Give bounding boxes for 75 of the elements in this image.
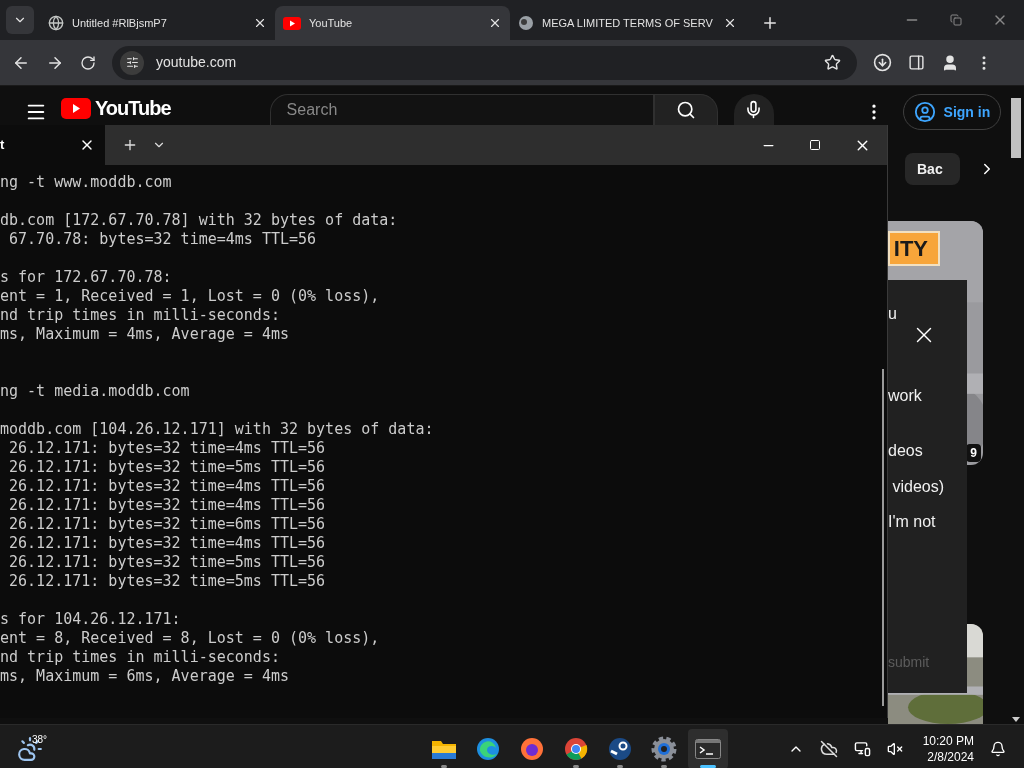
network-icon[interactable] — [853, 740, 871, 757]
terminal-line: nd trip times in milli-seconds: — [0, 648, 280, 667]
steam-icon — [608, 736, 632, 761]
address-bar[interactable]: youtube.com — [112, 45, 857, 80]
terminal-line: 26.12.171: bytes=32 time=5ms TTL=56 — [8, 553, 326, 572]
gear-icon — [651, 735, 677, 762]
download-icon[interactable] — [873, 53, 892, 72]
search-button[interactable] — [653, 94, 718, 125]
dialog-text: work — [888, 386, 923, 406]
browser-tab[interactable]: MEGA LIMITED TERMS OF SERV — [510, 6, 745, 40]
terminal-line: s for 172.67.70.78: — [0, 268, 172, 287]
dialog-text: u — [888, 304, 898, 324]
voice-search-button[interactable] — [733, 94, 774, 125]
close-icon[interactable] — [723, 16, 737, 30]
maximize-icon[interactable] — [809, 139, 821, 151]
scrollbar-thumb[interactable] — [1011, 98, 1021, 158]
cloud-off-icon[interactable] — [819, 739, 838, 758]
browser-tab[interactable]: YouTube — [275, 6, 510, 40]
terminal-line: 26.12.171: bytes=32 time=4ms TTL=56 — [8, 477, 326, 496]
filter-chip[interactable]: Bac — [905, 153, 960, 185]
taskbar-app[interactable] — [688, 728, 728, 768]
search-field[interactable]: Search — [269, 94, 654, 125]
edge-icon — [476, 736, 500, 761]
dialog-text: I'm not — [888, 512, 937, 532]
browser-tab[interactable]: Untitled #RlBjsmP7 — [40, 6, 275, 40]
dialog-text: deos — [888, 441, 924, 461]
terminal-line: moddb.com [104.26.12.171] with 32 bytes of data: — [0, 420, 434, 439]
scroll-down-icon[interactable] — [1012, 717, 1020, 722]
new-tab-icon[interactable] — [122, 137, 138, 153]
youtube-logo[interactable]: YouTube — [61, 97, 171, 119]
terminal-line: ms, Maximum = 6ms, Average = 4ms — [0, 667, 289, 686]
close-icon[interactable] — [253, 16, 267, 30]
terminal-line: db.com [172.67.70.78] with 32 bytes of data: — [0, 211, 398, 230]
terminal-line: 26.12.171: bytes=32 time=6ms TTL=56 — [8, 515, 326, 534]
search-icon — [675, 100, 696, 120]
chrome-icon — [564, 736, 588, 761]
youtube-icon — [61, 97, 91, 119]
dialog-text: videos) — [891, 477, 946, 497]
side-panel-icon[interactable] — [908, 54, 925, 71]
bookmark-star-icon[interactable] — [824, 54, 841, 71]
tab-title: YouTube — [309, 15, 354, 31]
terminal-line: 67.70.78: bytes=32 time=4ms TTL=56 — [8, 230, 317, 249]
terminal-line: ent = 1, Received = 1, Lost = 0 (0% loss), — [0, 287, 380, 306]
notification-icon[interactable] — [990, 740, 1006, 757]
terminal-icon — [695, 738, 721, 759]
terminal-line: ng -t media.moddb.com — [0, 382, 190, 401]
scrollbar-thumb[interactable] — [882, 369, 884, 706]
address-text: youtube.com — [156, 53, 238, 72]
terminal-line: 26.12.171: bytes=32 time=5ms TTL=56 — [8, 458, 326, 477]
terminal-line: 26.12.171: bytes=32 time=4ms TTL=56 — [8, 534, 326, 553]
firefox-icon — [520, 736, 544, 761]
volume-muted-icon[interactable] — [886, 740, 903, 757]
user-icon — [913, 101, 936, 123]
terminal-line: ng -t www.moddb.com — [0, 173, 172, 192]
close-icon[interactable] — [488, 16, 502, 30]
site-info-icon[interactable] — [120, 50, 144, 75]
terminal-line: 26.12.171: bytes=32 time=4ms TTL=56 — [8, 439, 326, 458]
tab-title: Untitled #RlBjsmP7 — [72, 15, 168, 31]
tab-title: MEGA LIMITED TERMS OF SERV — [542, 15, 714, 31]
profile-icon[interactable] — [941, 53, 959, 72]
tab-list-button[interactable] — [6, 6, 34, 34]
terminal-line: nd trip times in milli-seconds: — [0, 306, 280, 325]
new-tab-icon[interactable] — [761, 14, 779, 32]
restore-icon[interactable] — [950, 14, 962, 26]
terminal-line: s for 104.26.12.171: — [0, 610, 181, 629]
terminal-line: 26.12.171: bytes=32 time=4ms TTL=56 — [8, 496, 326, 515]
terminal-line: ms, Maximum = 4ms, Average = 4ms — [0, 325, 289, 344]
reload-icon[interactable] — [80, 54, 96, 71]
thumbnail-badge: ITY — [888, 231, 940, 266]
youtube-icon — [283, 16, 301, 30]
clock[interactable]: 10:20 PM 2/8/2024 — [922, 732, 974, 765]
terminal-line: ent = 8, Received = 8, Lost = 0 (0% loss), — [0, 629, 380, 648]
terminal-line: 26.12.171: bytes=32 time=5ms TTL=56 — [8, 572, 326, 591]
temperature-text: 38° — [32, 732, 48, 747]
terminal-tab[interactable]: t — [0, 125, 105, 165]
